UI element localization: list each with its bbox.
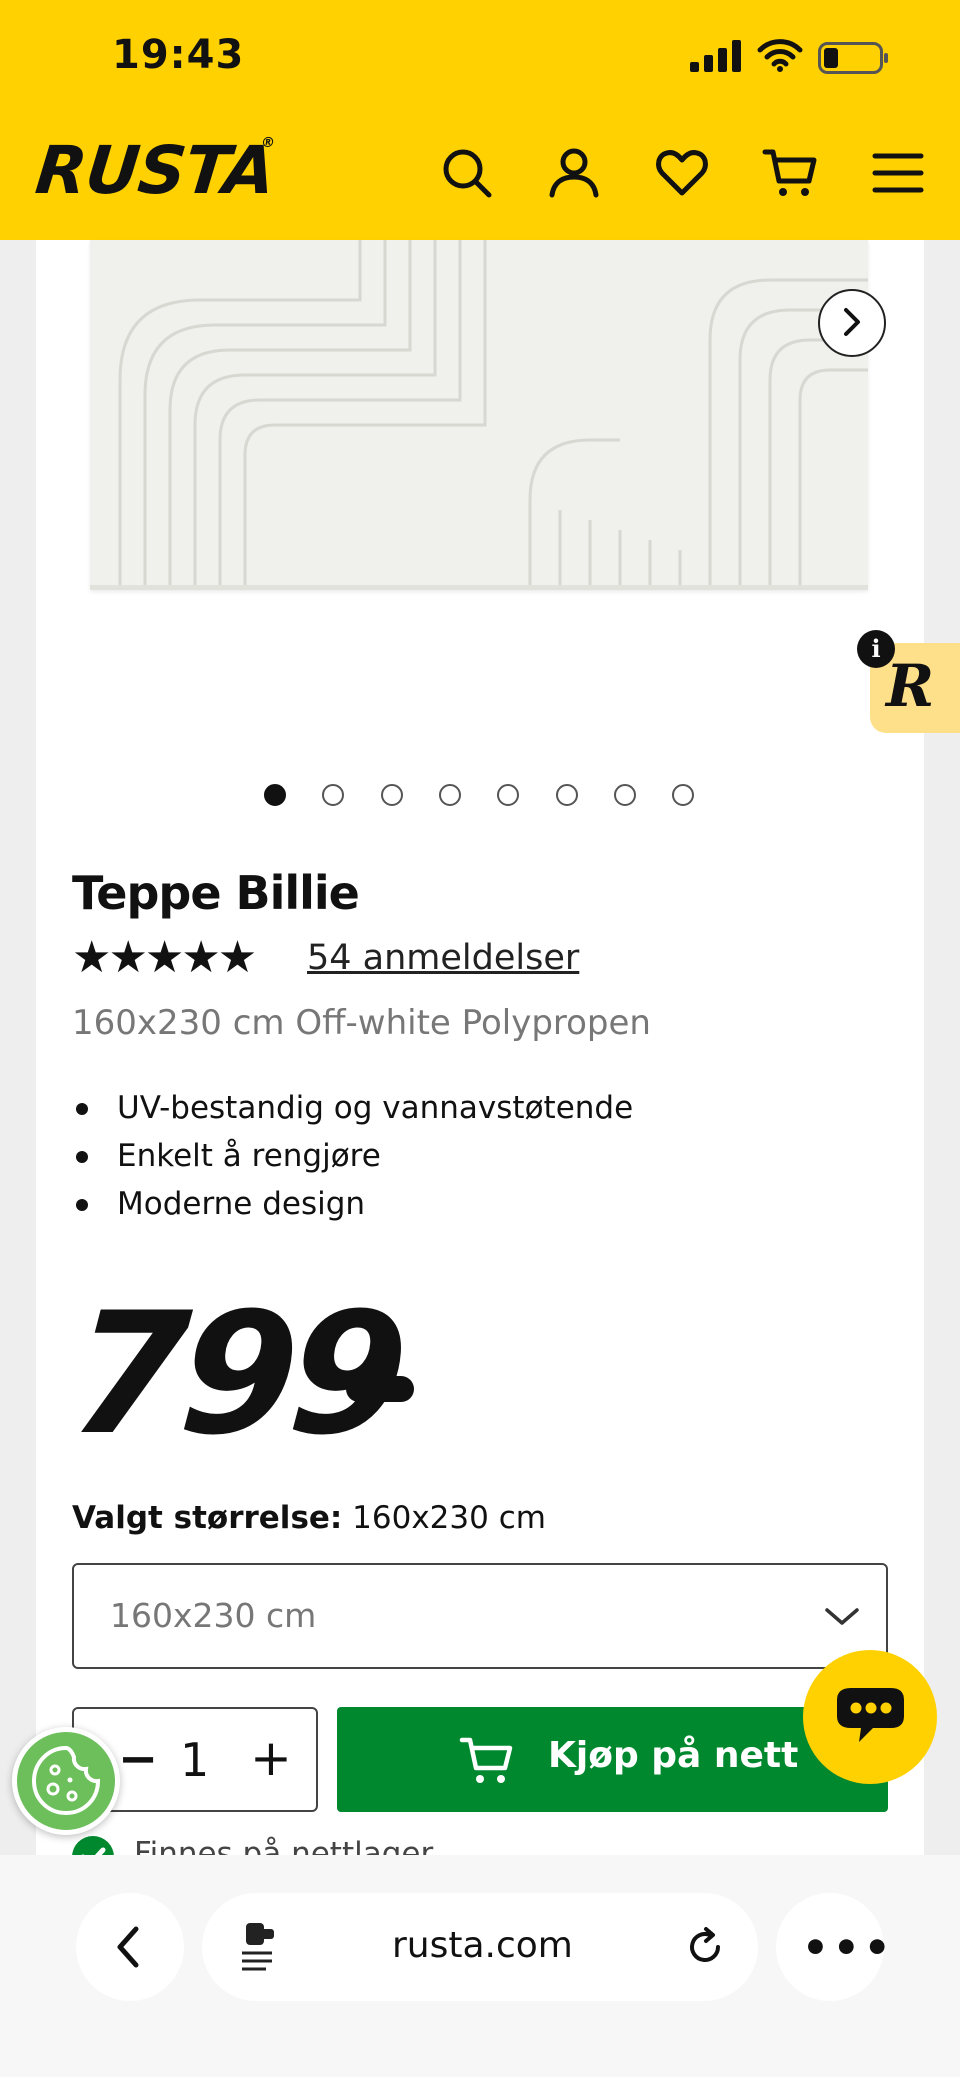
search-icon[interactable] — [439, 145, 495, 201]
quantity-value[interactable]: 1 — [180, 1733, 209, 1787]
wifi-icon — [757, 39, 803, 72]
carousel-dot[interactable] — [672, 784, 694, 806]
more-icon: ••• — [802, 1923, 895, 1972]
address-bar[interactable]: rusta.com — [202, 1893, 758, 2001]
heart-icon[interactable] — [654, 145, 710, 201]
browser-more-button[interactable]: ••• — [776, 1893, 891, 2001]
menu-icon[interactable] — [870, 145, 926, 201]
rug-pattern — [90, 240, 868, 590]
signal-icon — [690, 40, 741, 72]
chevron-down-icon — [825, 1608, 859, 1625]
chat-button[interactable] — [803, 1650, 937, 1784]
status-time: 19:43 — [112, 32, 245, 78]
next-image-button[interactable] — [818, 289, 886, 357]
account-icon[interactable] — [546, 145, 602, 201]
size-select[interactable]: 160x230 cm — [72, 1563, 888, 1669]
review-count-link[interactable]: 54 anmeldelser — [307, 938, 579, 978]
selected-size-label: Valgt størrelse: 160x230 cm — [72, 1500, 546, 1536]
battery-icon — [818, 42, 888, 74]
carousel-dot[interactable] — [497, 784, 519, 806]
reload-icon[interactable] — [684, 1925, 728, 1969]
bullet — [76, 1199, 88, 1211]
logo-text: RUSTA — [32, 132, 279, 209]
feature-item: Enkelt å rengjøre — [117, 1138, 381, 1174]
rusta-logo[interactable]: RUSTA ® — [32, 132, 278, 209]
browser-back-button[interactable] — [76, 1893, 184, 2001]
feature-item: Moderne design — [117, 1186, 366, 1222]
quantity-increase-button[interactable]: + — [250, 1729, 292, 1787]
carousel-dot[interactable] — [381, 784, 403, 806]
chevron-right-icon — [844, 308, 860, 336]
page-menu-icon[interactable] — [236, 1919, 284, 1975]
info-icon[interactable]: i — [857, 630, 895, 668]
bullet — [76, 1103, 88, 1115]
product-subtitle: 160x230 cm Off-white Polypropen — [72, 1003, 651, 1043]
size-select-value: 160x230 cm — [110, 1596, 317, 1635]
chat-icon — [837, 1688, 904, 1742]
selected-size-value: 160x230 cm — [352, 1500, 546, 1536]
carousel-dot[interactable] — [322, 784, 344, 806]
quantity-decrease-button[interactable]: − — [118, 1731, 158, 1787]
bullet — [76, 1151, 88, 1163]
product-title: Teppe Billie — [72, 866, 360, 920]
carousel-dot[interactable] — [556, 784, 578, 806]
chevron-left-icon — [117, 1926, 139, 1968]
product-image[interactable] — [90, 240, 868, 590]
carousel-dot[interactable] — [439, 784, 461, 806]
selected-size-heading: Valgt størrelse: — [72, 1500, 343, 1536]
page-gutter-right — [924, 240, 960, 1860]
rating-stars[interactable]: ★★★★★ — [72, 930, 257, 986]
carousel-dot[interactable] — [264, 784, 286, 806]
cookie-settings-button[interactable] — [12, 1727, 120, 1835]
buy-online-label: Kjøp på nett — [548, 1735, 799, 1776]
reviews-logo-icon: R — [886, 652, 935, 720]
logo-registered-mark: ® — [260, 135, 275, 151]
page-gutter-left — [0, 240, 36, 1860]
cart-icon — [459, 1737, 513, 1783]
cart-icon[interactable] — [762, 145, 818, 201]
feature-item: UV-bestandig og vannavstøtende — [117, 1090, 634, 1126]
price-dash — [346, 1376, 414, 1402]
carousel-dot[interactable] — [614, 784, 636, 806]
url-text: rusta.com — [392, 1925, 573, 1966]
product-price: 799 — [65, 1276, 406, 1472]
cookie-icon — [31, 1745, 101, 1816]
